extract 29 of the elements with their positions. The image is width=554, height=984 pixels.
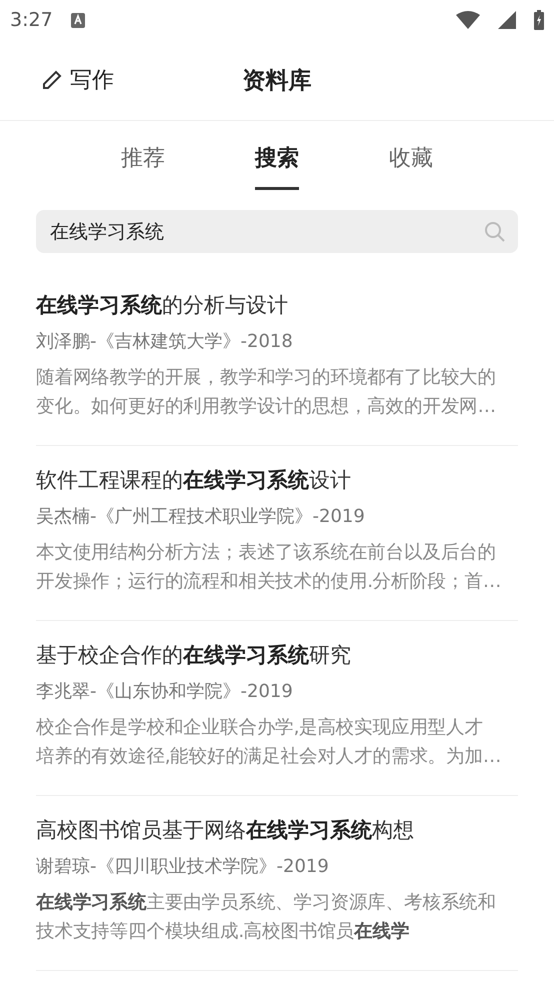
wifi-icon	[456, 11, 480, 29]
result-source: 吴杰楠-《广州工程技术职业学院》-2019	[36, 505, 366, 528]
pencil-icon	[40, 68, 64, 92]
result-abstract-line: 开发操作；运行的流程和相关技术的使用.分析阶段；首…	[36, 570, 502, 594]
result-abstract-line: 变化。如何更好的利用教学设计的思想，高效的开发网…	[36, 395, 497, 419]
tab[interactable]: 推荐	[121, 139, 165, 190]
result-title[interactable]: 在线学习系统的分析与设计	[36, 291, 518, 319]
keyboard-notification-icon	[70, 12, 85, 28]
result-source: 谢碧琼-《四川职业技术学院》-2019	[36, 855, 330, 878]
search-icon[interactable]	[484, 221, 506, 243]
result-abstract-line: 在线学习系统主要由学员系统、学习资源库、考核系统和	[36, 891, 498, 915]
result-source: 李兆翠-《山东协和学院》-2019	[36, 680, 294, 703]
search-field[interactable]: 在线学习系统	[36, 210, 518, 253]
result-abstract-line: 随着网络教学的开展，教学和学习的环境都有了比较大的	[36, 366, 498, 390]
signal-icon	[498, 11, 516, 29]
result-abstract-line: 校企合作是学校和企业联合办学,是高校实现应用型人才	[36, 716, 484, 740]
page-title: 资料库	[242, 68, 312, 94]
result-source: 刘泽鹏-《吉林建筑大学》-2018	[36, 330, 294, 353]
tab[interactable]: 收藏	[389, 139, 433, 190]
battery-icon	[534, 10, 544, 30]
result-abstract-line: 技术支持等四个模块组成.高校图书馆员在线学	[36, 920, 410, 944]
result-title[interactable]: 高校图书馆员基于网络在线学习系统构想	[36, 816, 518, 844]
result-title[interactable]: 基于校企合作的在线学习系统研究	[36, 641, 518, 669]
result-abstract-line: 本文使用结构分析方法；表述了该系统在前台以及后台的	[36, 541, 498, 565]
write-button[interactable]: 写作	[40, 65, 114, 95]
status-time: 3:27	[10, 9, 53, 31]
result-title[interactable]: 软件工程课程的在线学习系统设计	[36, 466, 518, 494]
tab[interactable]: 搜索	[255, 139, 299, 190]
result-abstract-line: 培养的有效途径,能较好的满足社会对人才的需求。为加…	[36, 745, 502, 769]
